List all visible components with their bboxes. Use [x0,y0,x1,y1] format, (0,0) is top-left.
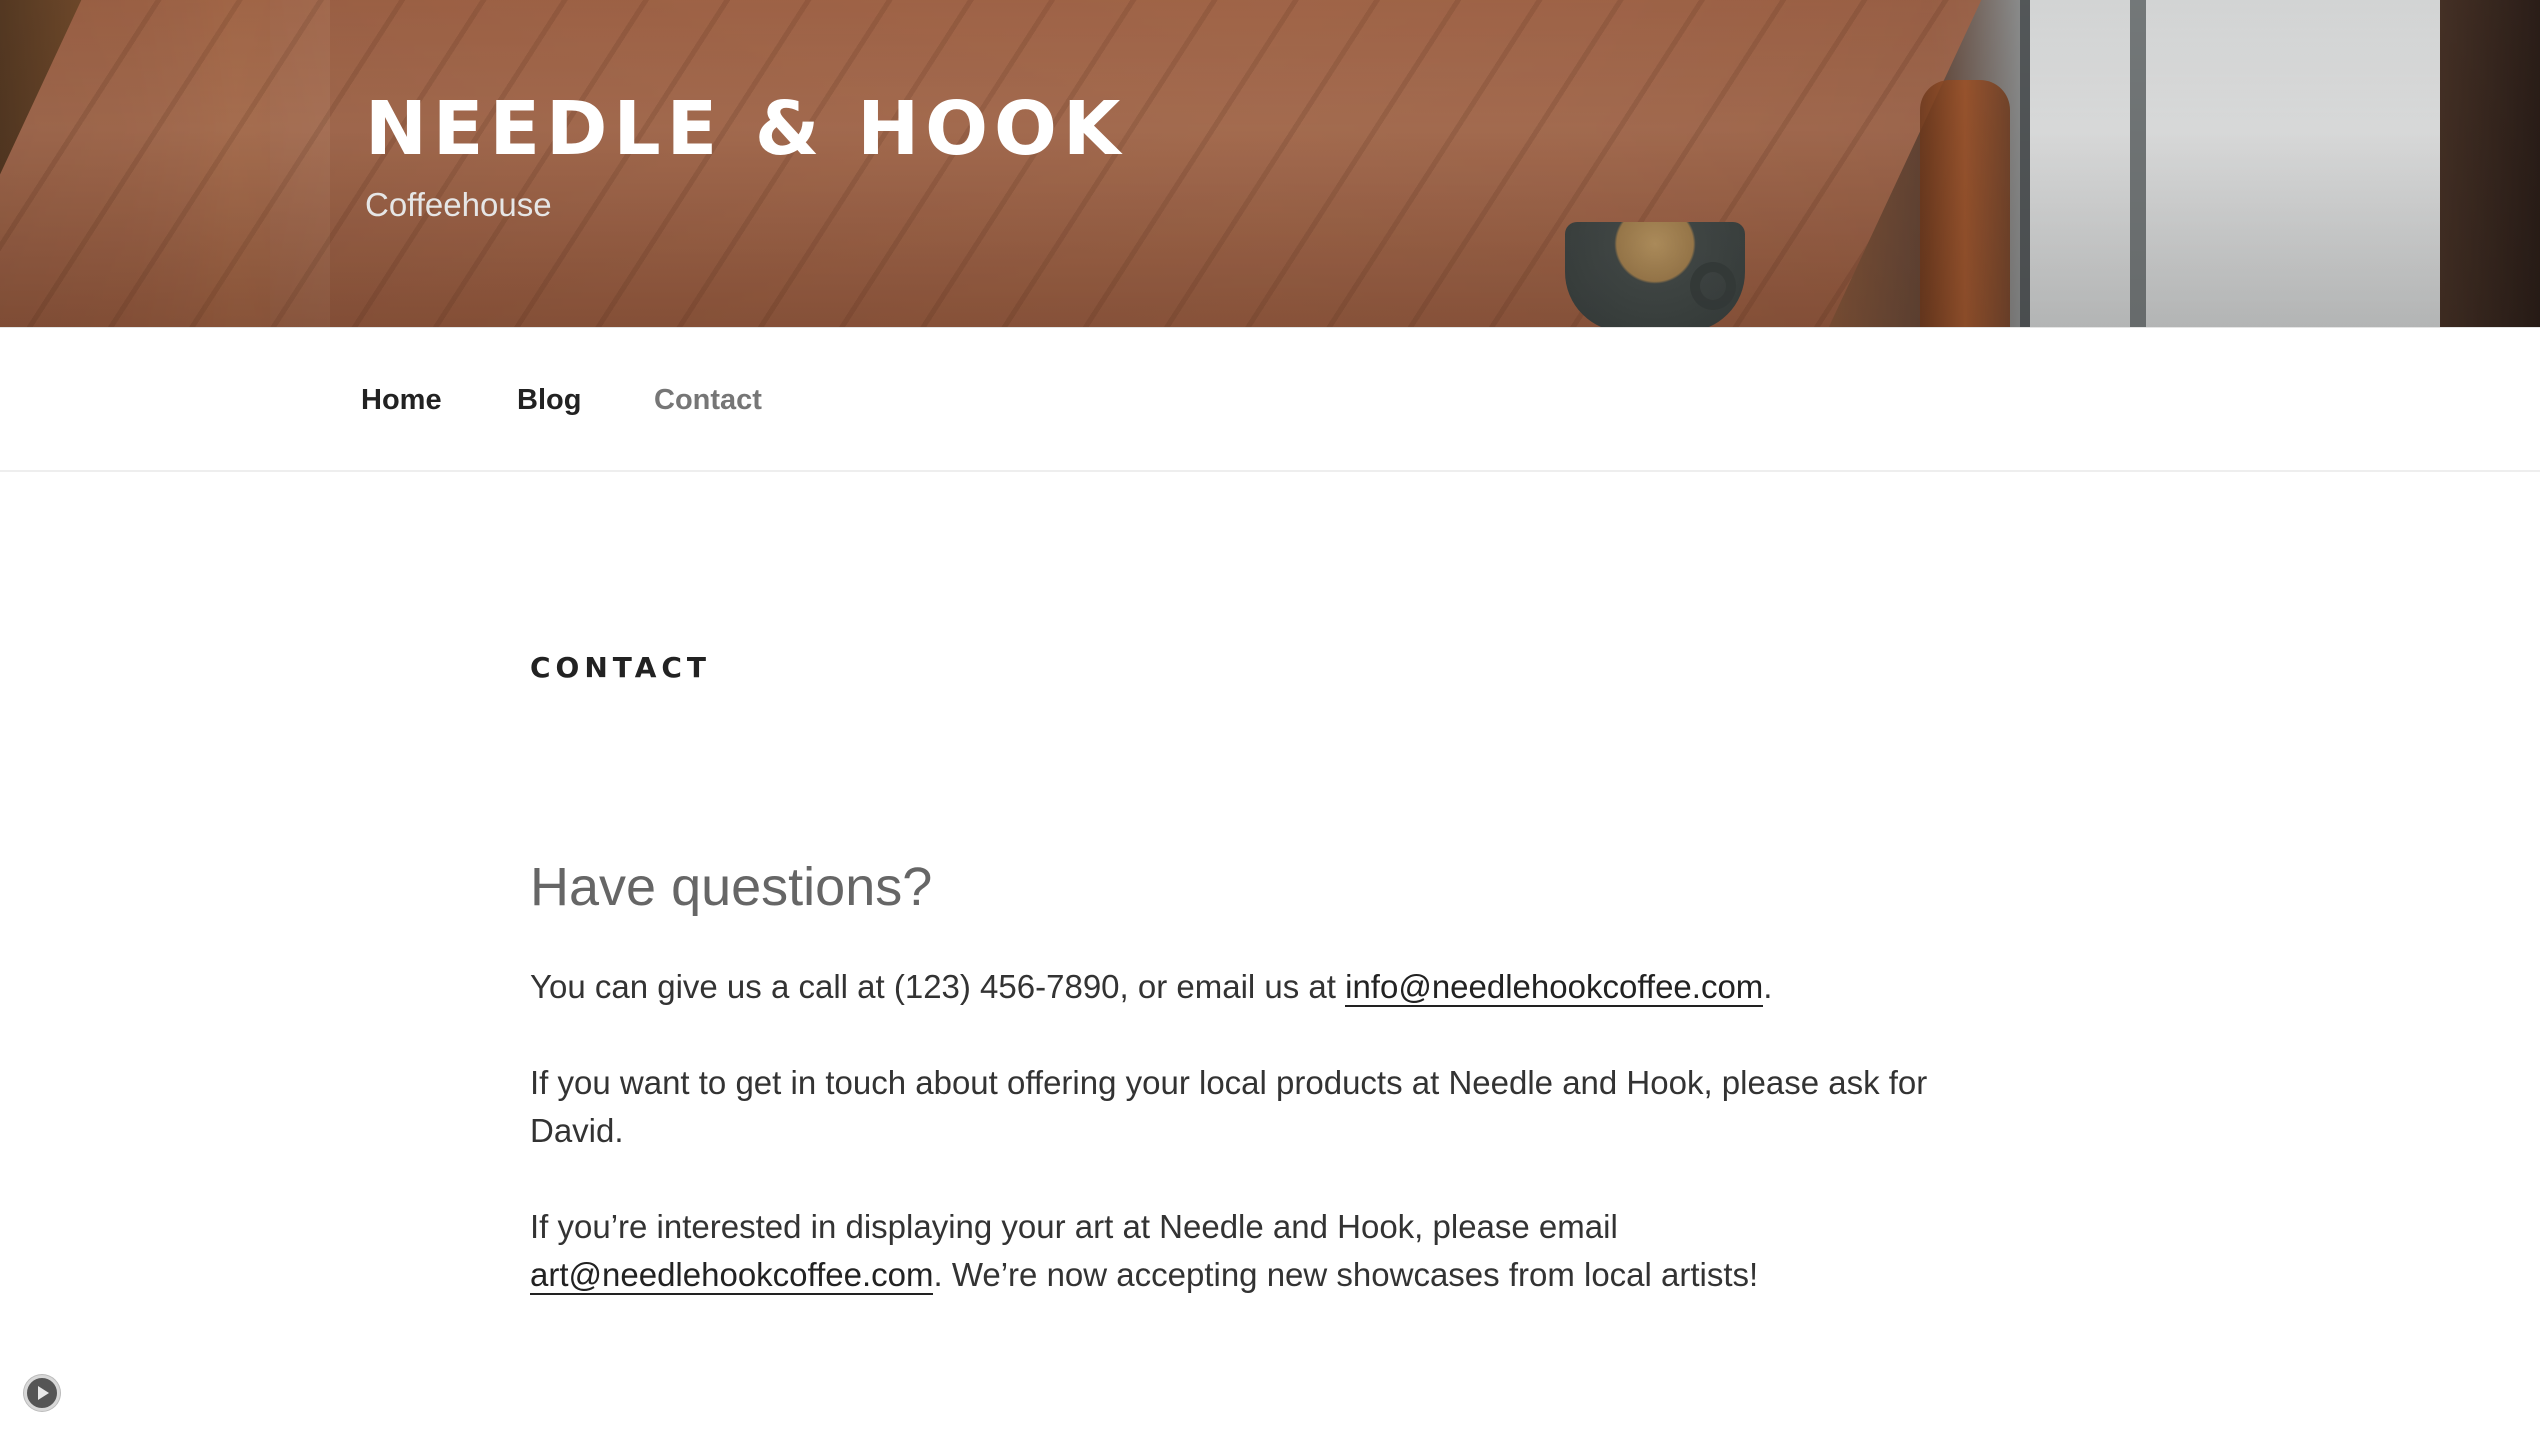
paragraph-text: You can give us a call at (123) 456-7890… [530,968,1346,1005]
art-showcase-paragraph: If you’re interested in displaying your … [530,1203,2010,1299]
page-title: CONTACT [530,651,712,684]
nav-item-contact[interactable]: Contact [654,386,762,415]
content-heading: Have questions? [530,857,933,917]
nav-item-blog[interactable]: Blog [517,386,581,415]
info-email-link[interactable]: info@needlehookcoffee.com [1345,968,1764,1007]
site-header: NEEDLE & HOOK Coffeehouse [0,0,2540,327]
art-email-link[interactable]: art@needlehookcoffee.com [530,1256,934,1295]
nav-item-home[interactable]: Home [361,386,442,415]
local-products-paragraph: If you want to get in touch about offeri… [530,1064,1928,1149]
site-tagline: Coffeehouse [365,186,552,223]
main-navigation: Home Blog Contact [0,327,2540,472]
contact-phone-paragraph: You can give us a call at (123) 456-7890… [530,963,2010,1011]
paragraph-text: . [1763,968,1773,1005]
play-button[interactable] [24,1375,60,1411]
play-icon [38,1386,49,1400]
paragraph-text: If you’re interested in displaying your … [530,1208,1618,1245]
paragraph-text: . We’re now accepting new showcases from… [933,1256,1759,1293]
site-title[interactable]: NEEDLE & HOOK [365,92,1126,166]
